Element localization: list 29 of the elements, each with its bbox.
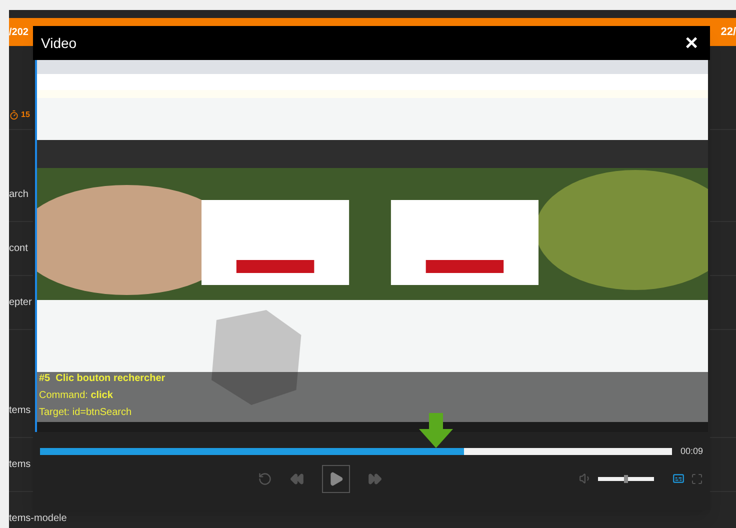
row-text: tems <box>9 404 31 418</box>
row-text: cont <box>9 242 28 256</box>
captions-button[interactable] <box>672 472 685 485</box>
arrow-down-icon <box>418 413 454 449</box>
caption-text: #5 Clic bouton rechercher <box>39 372 166 386</box>
captions-icon <box>672 472 685 485</box>
progress-track[interactable] <box>40 448 672 456</box>
date-text: /202 <box>9 26 28 40</box>
timer-value: 15 <box>21 108 30 120</box>
row-text: epter <box>9 296 32 310</box>
fullscreen-icon <box>691 472 703 484</box>
row-text: tems <box>9 458 31 472</box>
volume-slider[interactable] <box>598 476 654 480</box>
modal-title: Video <box>41 34 77 52</box>
caption-text: Command: click <box>39 389 114 403</box>
timer-icon <box>9 110 19 120</box>
row-text: tems-modele <box>9 512 67 526</box>
volume-icon <box>579 472 592 485</box>
play-icon <box>328 470 344 486</box>
caption-text: Target: id=btnSearch <box>39 406 133 420</box>
date-text: 22/ <box>720 24 736 40</box>
rewind-icon <box>290 472 304 486</box>
close-button[interactable]: × <box>681 32 702 54</box>
replay-icon <box>258 472 272 486</box>
play-button[interactable] <box>322 464 350 492</box>
row-text: arch <box>9 188 28 202</box>
fast-forward-icon <box>368 472 382 486</box>
volume-thumb[interactable] <box>624 474 628 482</box>
time-label: 00:09 <box>680 445 703 458</box>
